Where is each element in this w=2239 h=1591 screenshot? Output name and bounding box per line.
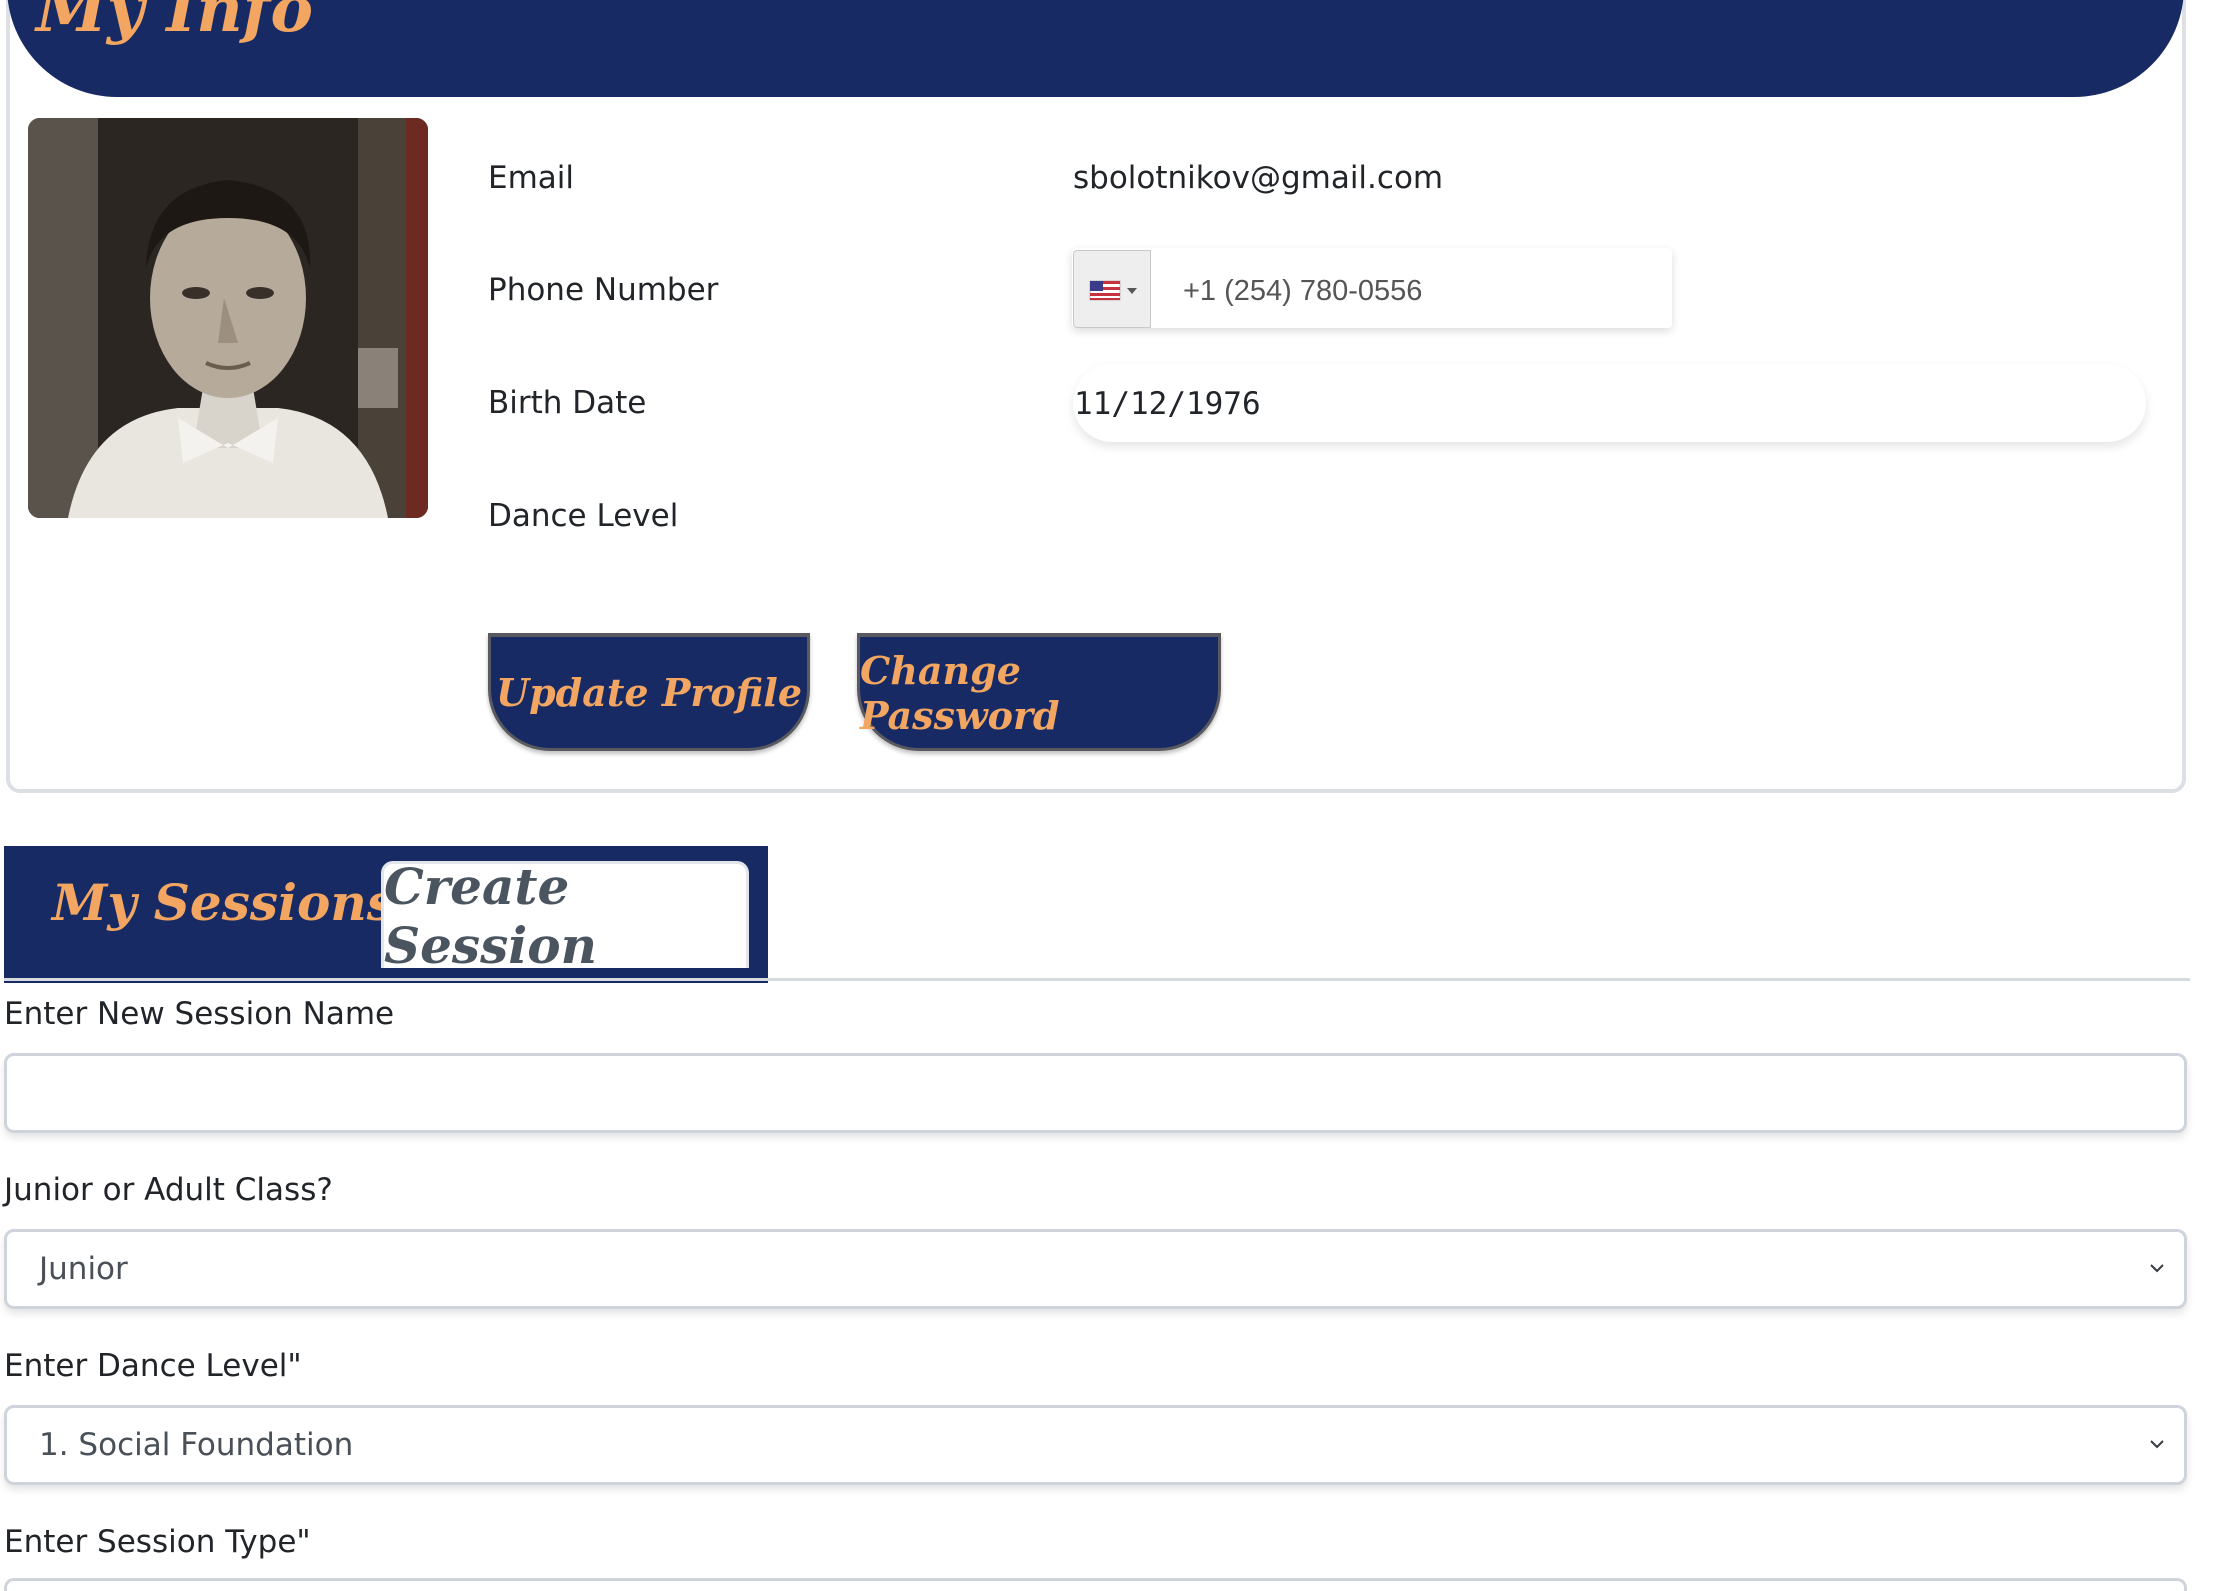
session-name-label: Enter New Session Name <box>4 996 395 1032</box>
dance-level-label: Dance Level <box>488 498 679 534</box>
class-select[interactable]: Junior <box>4 1229 2187 1309</box>
avatar <box>28 118 428 518</box>
tab-my-sessions[interactable]: My Sessions <box>52 878 395 928</box>
birth-date-label: Birth Date <box>488 385 647 421</box>
update-profile-button[interactable]: Update Profile <box>488 633 810 751</box>
profile-photo <box>28 118 428 518</box>
dance-level-form-label: Enter Dance Level" <box>4 1348 302 1384</box>
session-type-select[interactable] <box>4 1578 2187 1591</box>
session-type-label: Enter Session Type" <box>4 1524 311 1560</box>
dance-level-select-value: 1. Social Foundation <box>39 1427 354 1463</box>
caret-down-icon <box>1127 288 1137 294</box>
country-select[interactable] <box>1073 250 1151 328</box>
tab-create-session[interactable]: Create Session <box>381 857 749 975</box>
chevron-down-icon <box>2150 1264 2164 1273</box>
tabs-divider <box>4 978 2190 981</box>
us-flag-icon <box>1089 280 1137 301</box>
class-label: Junior or Adult Class? <box>4 1172 333 1208</box>
class-select-value: Junior <box>39 1251 128 1287</box>
birth-date-input[interactable]: 11/12/1976 <box>1074 386 1261 422</box>
my-info-header <box>7 0 2184 97</box>
phone-label: Phone Number <box>488 272 719 308</box>
email-label: Email <box>488 160 575 196</box>
email-value: sbolotnikov@gmail.com <box>1073 160 1444 196</box>
chevron-down-icon <box>2150 1440 2164 1449</box>
dance-level-select[interactable]: 1. Social Foundation <box>4 1405 2187 1485</box>
phone-input[interactable]: +1 (254) 780-0556 <box>1183 275 1422 308</box>
page-title: My Info <box>36 0 313 47</box>
session-name-input[interactable] <box>4 1053 2187 1133</box>
change-password-button[interactable]: Change Password <box>857 633 1221 751</box>
